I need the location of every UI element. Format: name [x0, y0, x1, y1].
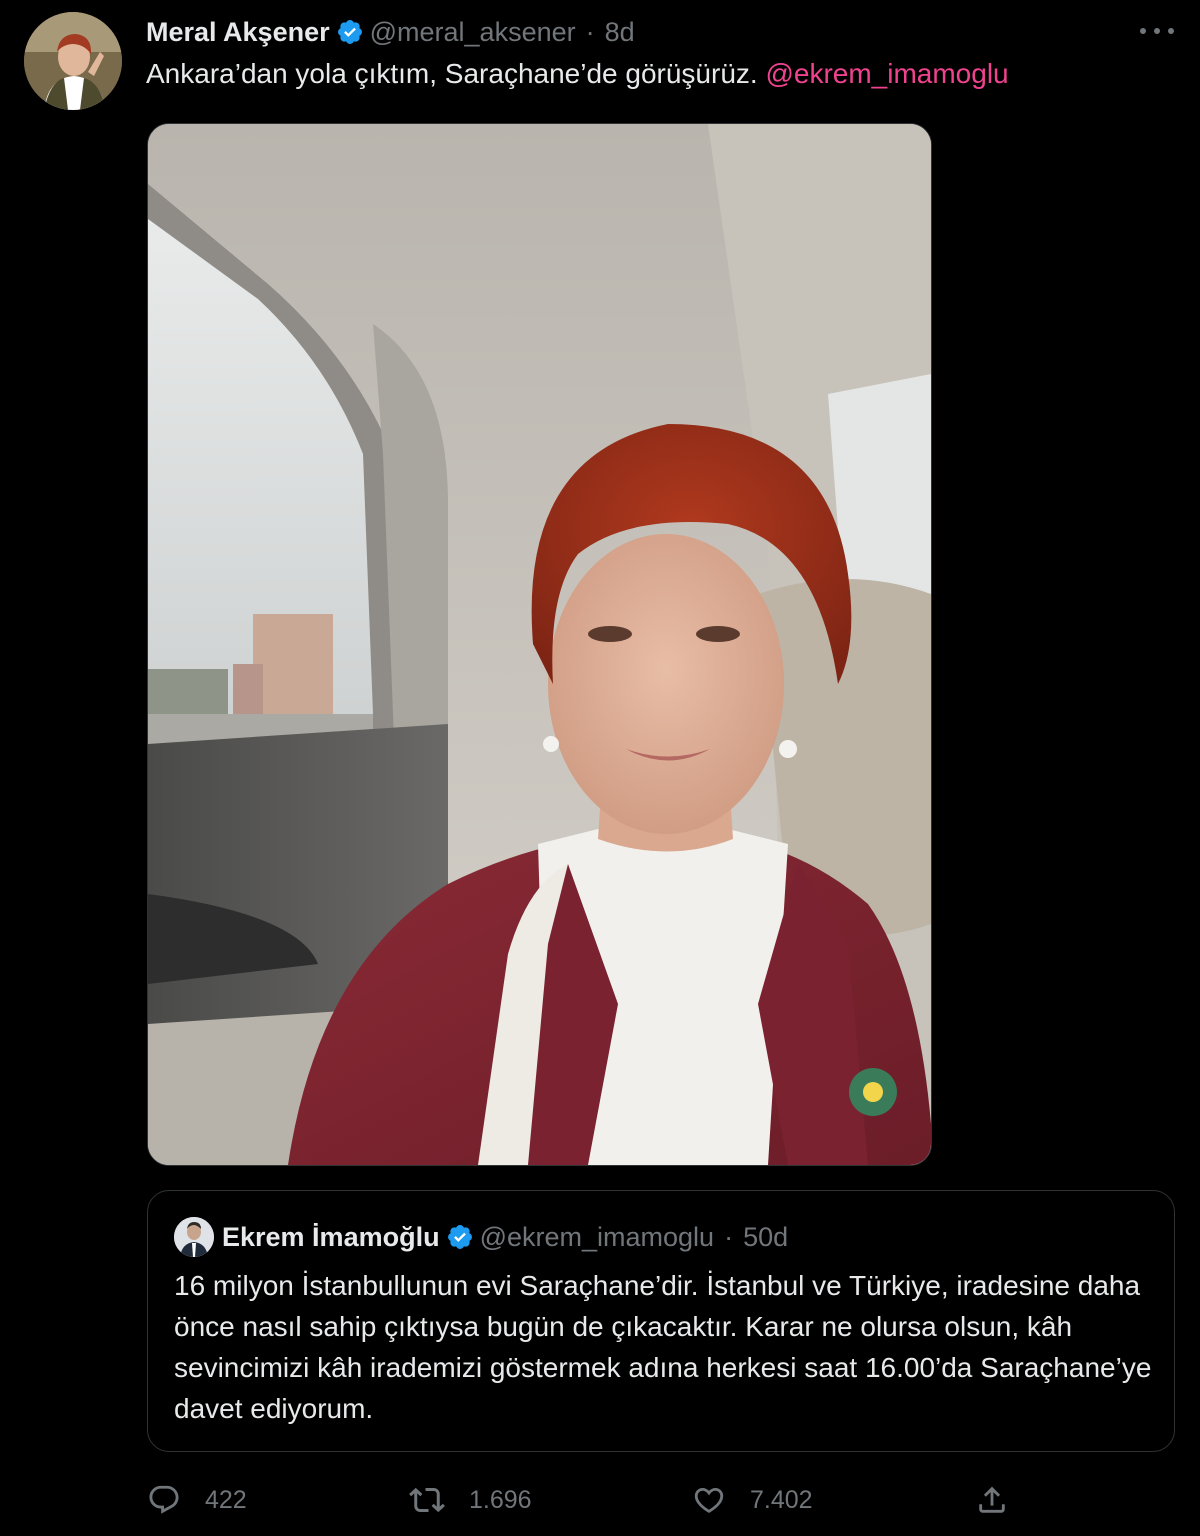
- tweet-timestamp[interactable]: 8d: [605, 17, 635, 48]
- author-handle[interactable]: @meral_aksener: [370, 17, 576, 48]
- quoted-tweet-header: Ekrem İmamoğlu @ekrem_imamoglu · 50d: [174, 1217, 788, 1257]
- like-icon: [694, 1487, 724, 1513]
- like-count: 7.402: [750, 1485, 813, 1514]
- quoted-handle: @ekrem_imamoglu: [479, 1221, 715, 1252]
- quoted-tweet-text: 16 milyon İstanbullunun evi Saraçhane’di…: [174, 1270, 1152, 1424]
- quoted-tweet[interactable]: Ekrem İmamoğlu @ekrem_imamoglu · 50d 16 …: [147, 1190, 1175, 1452]
- author-display-name[interactable]: Meral Akşener: [146, 17, 330, 48]
- retweet-button[interactable]: 1.696: [409, 1480, 532, 1520]
- verified-badge-icon: [337, 20, 362, 44]
- reply-count: 422: [205, 1485, 247, 1514]
- mention-link[interactable]: @ekrem_imamoglu: [765, 58, 1008, 89]
- tweet-actions: 422 1.696 7.402: [147, 1480, 1027, 1520]
- tweet-photo[interactable]: [147, 123, 932, 1166]
- quoted-display-name: Ekrem İmamoğlu: [222, 1221, 440, 1252]
- reply-icon: [149, 1485, 179, 1514]
- tweet-text: Ankara’dan yola çıktım, Saraçhane’de gör…: [146, 58, 1009, 90]
- verified-badge-icon: [447, 1225, 472, 1249]
- quoted-timestamp: 50d: [743, 1221, 789, 1252]
- separator-dot: ·: [585, 16, 595, 47]
- tweet-body: Ankara’dan yola çıktım, Saraçhane’de gör…: [146, 58, 758, 89]
- more-icon[interactable]: [1140, 18, 1174, 44]
- quoted-author-avatar: [174, 1217, 214, 1257]
- author-avatar[interactable]: [24, 12, 122, 110]
- retweet-count: 1.696: [469, 1485, 532, 1514]
- like-button[interactable]: 7.402: [692, 1480, 813, 1520]
- separator-dot: ·: [724, 1221, 734, 1252]
- tweet-header: Meral Akşener @meral_aksener · 8d: [146, 14, 635, 50]
- share-button[interactable]: [975, 1480, 1033, 1520]
- retweet-icon: [409, 1487, 445, 1513]
- share-icon: [979, 1486, 1005, 1513]
- reply-button[interactable]: 422: [147, 1480, 247, 1520]
